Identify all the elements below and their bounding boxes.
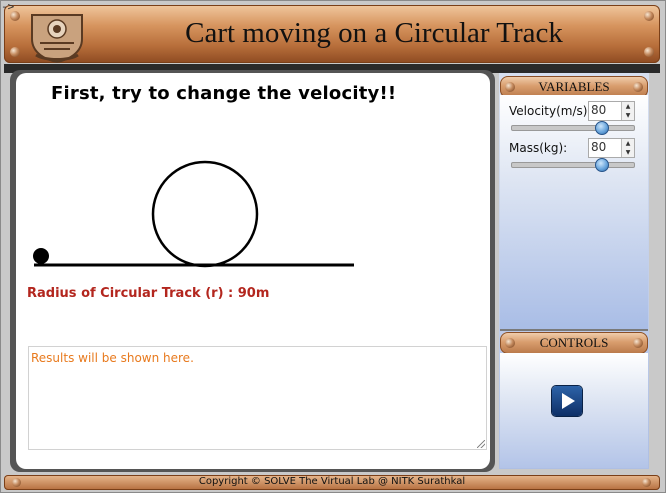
instruction-text: First, try to change the velocity!! [51,83,397,104]
header-bar: Cart moving on a Circular Track [4,5,660,63]
rivet-icon [642,478,651,487]
velocity-stepper[interactable]: 80 ▲ ▼ [588,101,635,121]
rivet-icon [633,82,643,92]
divider [500,329,648,331]
rivet-icon [633,338,643,348]
cart [33,248,49,264]
rivet-icon [644,47,654,57]
mass-stepper[interactable]: 80 ▲ ▼ [588,138,635,158]
velocity-label: Velocity(m/s): [509,104,592,118]
app-title: Cart moving on a Circular Track [185,17,563,49]
variables-title: VARIABLES [538,79,610,94]
circular-track [151,160,259,268]
mass-value[interactable]: 80 [591,140,606,154]
velocity-stepper-buttons[interactable]: ▲ ▼ [621,102,634,120]
mass-label: Mass(kg): [509,141,568,155]
increment-icon[interactable]: ▲ [622,139,634,148]
velocity-value[interactable]: 80 [591,103,606,117]
decrement-icon[interactable]: ▼ [622,111,634,120]
velocity-slider[interactable] [511,121,635,135]
velocity-slider-thumb[interactable] [594,121,609,135]
institute-emblem-icon [31,14,83,63]
increment-icon[interactable]: ▲ [622,102,634,111]
mass-slider[interactable] [511,158,635,172]
play-icon[interactable] [552,386,582,416]
simulation-canvas [33,160,354,268]
rivet-icon [10,47,20,57]
resize-grip-icon[interactable] [477,440,485,448]
results-textarea[interactable]: Results will be shown here. [28,346,487,450]
controls-header: CONTROLS [500,332,648,354]
controls-title: CONTROLS [539,335,609,350]
mass-slider-thumb[interactable] [594,158,609,172]
footer-bar: Copyright © SOLVE The Virtual Lab @ NITK… [4,475,660,490]
mass-stepper-buttons[interactable]: ▲ ▼ [621,139,634,157]
decrement-icon[interactable]: ▼ [622,148,634,157]
rivet-icon [644,11,654,21]
results-placeholder: Results will be shown here. [31,351,194,365]
radius-label: Radius of Circular Track (r) : 90m [27,286,270,301]
corner-arrow-icon: -> [1,0,15,13]
copyright-text: Copyright © SOLVE The Virtual Lab @ NITK… [198,476,466,487]
